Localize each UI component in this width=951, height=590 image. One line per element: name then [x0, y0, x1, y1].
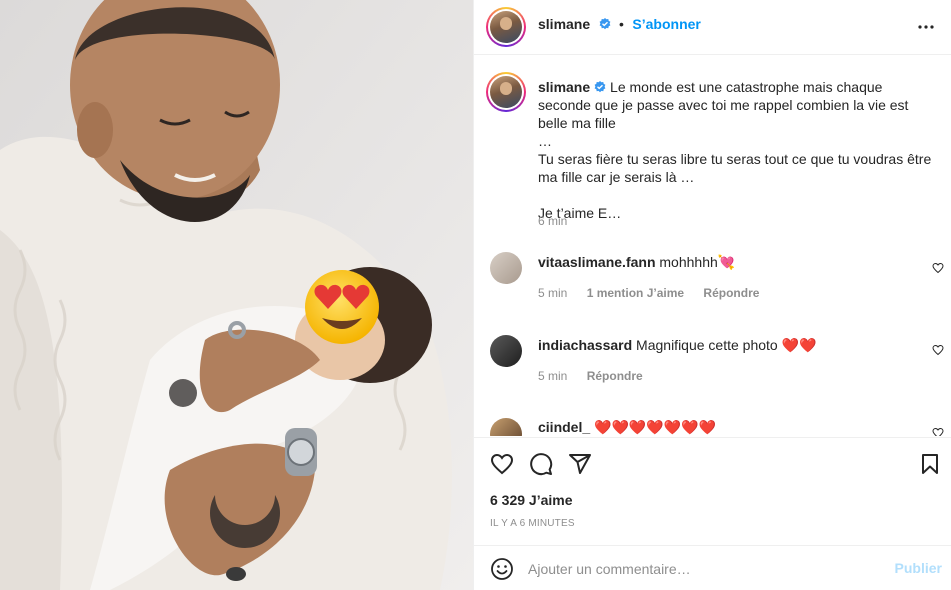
comment-like-heart-icon[interactable] — [932, 262, 944, 274]
comment-text: mohhhhh💘 — [659, 254, 736, 270]
header-author-line: slimane • S’abonner — [538, 16, 701, 34]
caption-avatar[interactable] — [486, 72, 526, 112]
comment-likes[interactable]: 1 mention J’aime — [587, 286, 684, 300]
caption-username[interactable]: slimane — [538, 79, 590, 95]
comment-avatar[interactable] — [490, 418, 522, 436]
comment-meta: 5 min 1 mention J’aime Répondre — [538, 286, 775, 300]
post-sidebar: slimane • S’abonner slimane Le monde est… — [473, 0, 951, 590]
likes-count[interactable]: 6 329 J’aime — [490, 492, 573, 508]
comment-input[interactable] — [528, 558, 868, 580]
caption-time[interactable]: 6 min — [538, 214, 567, 228]
verified-badge-icon — [599, 18, 610, 30]
comment-username[interactable]: vitaaslimane.fann — [538, 254, 656, 270]
author-avatar[interactable] — [486, 7, 526, 47]
add-comment-bar: Publier — [474, 545, 951, 590]
comment-text: ❤️❤️❤️❤️❤️❤️❤️ — [594, 419, 717, 435]
paper-plane-icon[interactable] — [568, 452, 592, 476]
comment-like-heart-icon[interactable] — [932, 344, 944, 356]
post-photo-illustration — [0, 0, 473, 590]
heart-eyes-emoji-icon — [305, 270, 379, 344]
comment-like-heart-icon[interactable] — [932, 427, 944, 436]
publish-button[interactable]: Publier — [895, 560, 942, 576]
follow-button[interactable]: S’abonner — [632, 16, 700, 32]
verified-badge-icon — [594, 81, 606, 93]
caption-text: Le monde est une catastrophe mais chaque… — [538, 79, 932, 221]
header-separator: • — [619, 16, 624, 32]
comment-username[interactable]: ciindel_ — [538, 419, 590, 435]
comment-item: indiachassard Magnifique cette photo ❤️❤… — [538, 336, 816, 354]
post-header: slimane • S’abonner — [474, 0, 951, 55]
heart-outline-icon[interactable] — [490, 452, 514, 476]
post-photo[interactable] — [0, 0, 473, 590]
comment-meta: 5 min Répondre — [538, 369, 659, 383]
comment-avatar[interactable] — [490, 335, 522, 367]
comment-avatar[interactable] — [490, 252, 522, 284]
comment-item: vitaaslimane.fann mohhhhh💘 — [538, 253, 735, 271]
post-timestamp[interactable]: IL Y A 6 MINUTES — [490, 518, 575, 529]
comments-list[interactable]: slimane Le monde est une catastrophe mai… — [474, 56, 951, 436]
post-actions: 6 329 J’aime IL Y A 6 MINUTES — [474, 437, 951, 541]
emoji-smiley-icon[interactable] — [490, 557, 514, 581]
comment-bubble-icon[interactable] — [529, 452, 553, 476]
comment-time[interactable]: 5 min — [538, 286, 567, 300]
reply-button[interactable]: Répondre — [587, 369, 643, 383]
author-username[interactable]: slimane — [538, 16, 590, 32]
comment-username[interactable]: indiachassard — [538, 337, 632, 353]
reply-button[interactable]: Répondre — [703, 286, 759, 300]
more-dots-icon[interactable] — [916, 17, 936, 37]
comment-text: Magnifique cette photo ❤️❤️ — [636, 337, 817, 353]
caption: slimane Le monde est une catastrophe mai… — [538, 78, 938, 222]
comment-item: ciindel_ ❤️❤️❤️❤️❤️❤️❤️ — [538, 418, 716, 436]
bookmark-icon[interactable] — [918, 452, 942, 476]
comment-time[interactable]: 5 min — [538, 369, 567, 383]
